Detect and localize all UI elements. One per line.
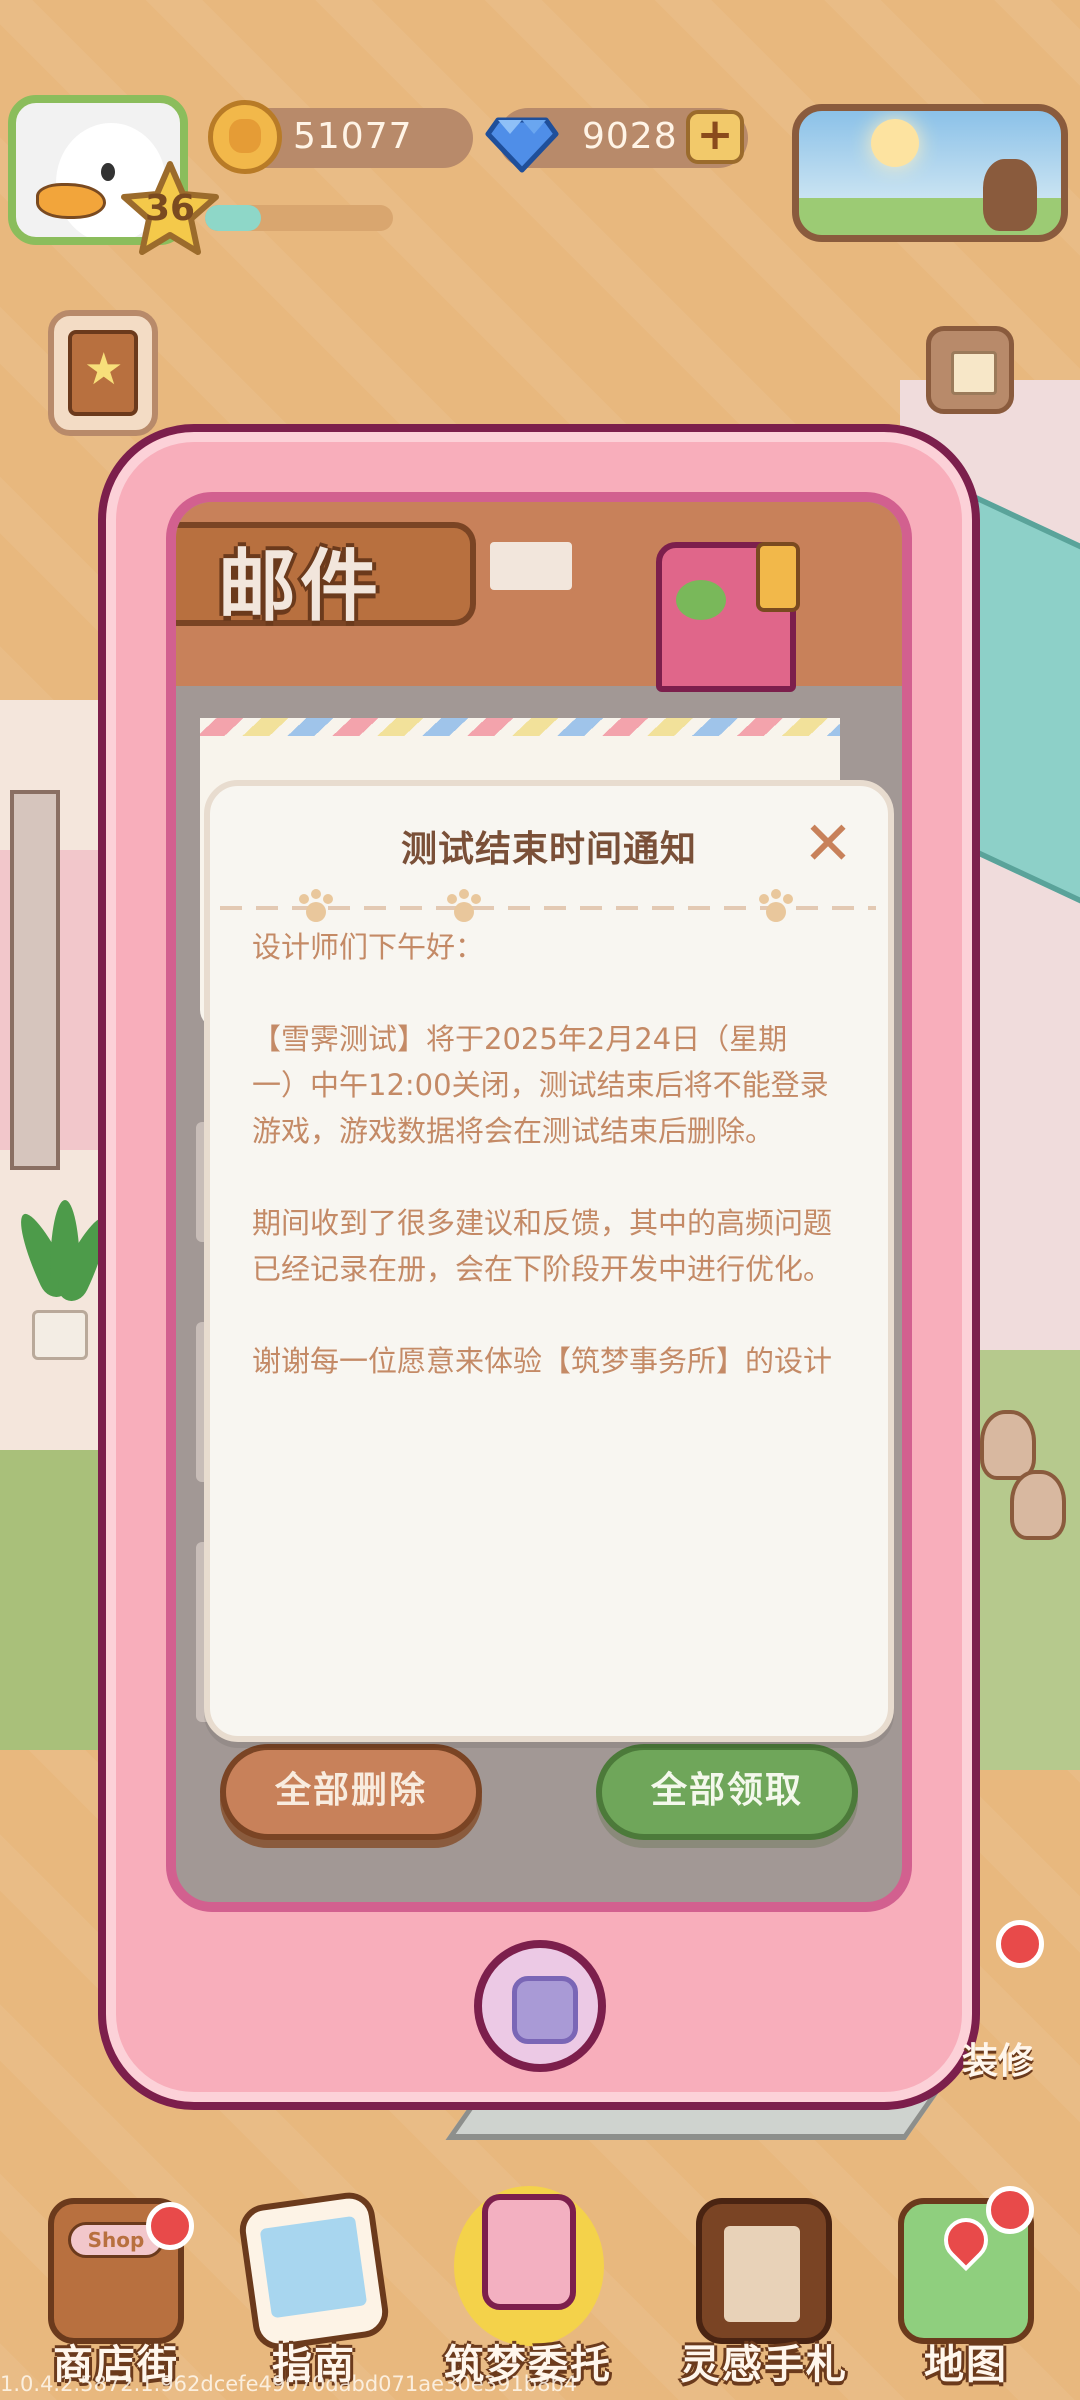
decorate-label[interactable]: 装修 (962, 2032, 1034, 2084)
notification-badge (986, 2186, 1034, 2234)
gem-amount: 9028 (582, 116, 678, 157)
vase (1010, 1470, 1066, 1540)
nav-shop-street[interactable]: Shop 商店街 (28, 2186, 204, 2400)
vase (980, 1410, 1036, 1480)
weather-widget[interactable] (792, 104, 1068, 242)
storage-box-button[interactable] (926, 326, 1014, 414)
potted-plant (10, 1200, 118, 1360)
delete-all-button[interactable]: 全部删除 (220, 1744, 482, 1840)
notice-text-line: 【雪霁测试】将于2025年2月24日（星期 (252, 1022, 788, 1056)
left-building-pillar (10, 790, 60, 1170)
paw-divider (220, 889, 876, 922)
notice-text-line: 一）中午12:00关闭，测试结束后将不能登录 (252, 1068, 829, 1102)
notice-dialog: 测试结束时间通知 ✕ 设计师们下午好： 【雪霁测试】将于2025年2月24日（星… (204, 780, 894, 1742)
add-gems-button[interactable]: + (686, 110, 744, 164)
notice-greeting: 设计师们下午好： (252, 930, 485, 964)
xp-progress-fill (205, 205, 262, 231)
paw-icon (299, 889, 333, 922)
phone-home-button[interactable] (474, 1940, 606, 2072)
nav-inspiration-notes[interactable]: 灵感手札 (676, 2186, 852, 2400)
mailbox-icon (616, 512, 856, 692)
build-version: 1.0.4.2.5872.1.962dcefe49070dabd071ae30e… (0, 2372, 578, 2396)
nav-label: 地图 (924, 2342, 1008, 2388)
notice-title: 测试结束时间通知 (400, 829, 697, 870)
paw-icon (447, 889, 481, 922)
mail-header: 邮件 (176, 502, 902, 692)
coin-amount: 51077 (293, 116, 413, 157)
nav-label: 灵感手札 (680, 2342, 848, 2388)
xp-progress-bar (205, 205, 393, 231)
notification-badge (996, 1920, 1044, 1968)
claim-all-button[interactable]: 全部领取 (596, 1744, 858, 1840)
level-badge: 36 (118, 160, 222, 258)
nav-map[interactable]: 地图 (878, 2186, 1054, 2400)
notice-text-line: 游戏，游戏数据将会在测试结束后删除。 (252, 1114, 775, 1148)
envelope-icon (486, 538, 576, 594)
notebook-icon (454, 2186, 604, 2346)
notice-text-line: 已经记录在册，会在下阶段开发中进行优化。 (252, 1252, 833, 1286)
notice-text-line: 谢谢每一位愿意来体验【筑梦事务所】的设计 (252, 1344, 833, 1378)
notice-text-line: 期间收到了很多建议和反馈，其中的高频问题 (252, 1206, 833, 1240)
quill-book-icon (696, 2198, 832, 2344)
diamond-icon (485, 117, 559, 173)
star-book-button[interactable] (48, 310, 158, 436)
mail-title: 邮件 (218, 542, 383, 632)
sun-icon (871, 119, 919, 167)
coin-icon (208, 100, 282, 174)
nav-guide[interactable]: 指南 (226, 2186, 402, 2400)
nav-commission[interactable]: 筑梦委托 (440, 2186, 616, 2400)
guide-icon (236, 2189, 392, 2353)
close-icon[interactable]: ✕ (800, 814, 856, 874)
notification-badge (146, 2202, 194, 2250)
book-icon (68, 330, 138, 416)
notice-body: 设计师们下午好： 【雪霁测试】将于2025年2月24日（星期 一）中午12:00… (252, 924, 872, 1384)
paw-icon (759, 889, 793, 922)
bear-icon (983, 159, 1037, 231)
